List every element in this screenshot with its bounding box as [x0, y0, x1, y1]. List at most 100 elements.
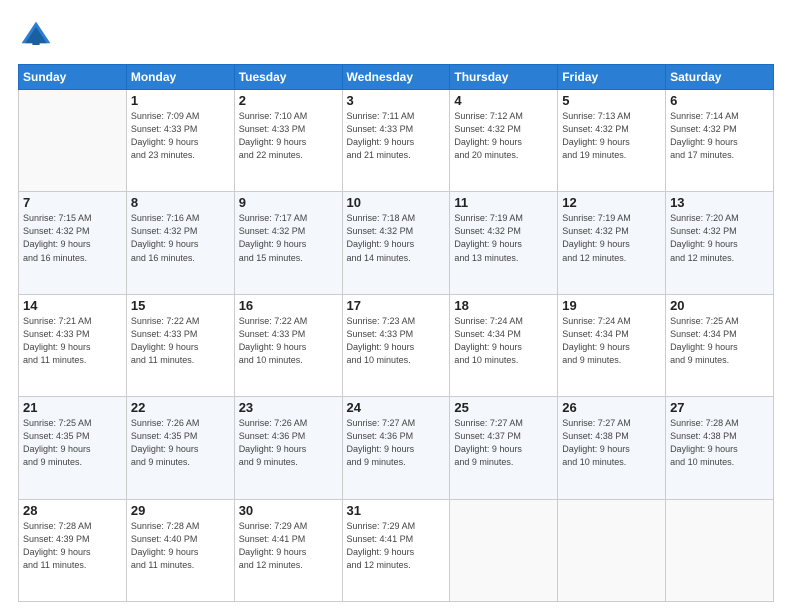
day-number: 21 — [23, 400, 122, 415]
day-info: Sunrise: 7:17 AM Sunset: 4:32 PM Dayligh… — [239, 212, 338, 264]
day-info: Sunrise: 7:15 AM Sunset: 4:32 PM Dayligh… — [23, 212, 122, 264]
calendar-cell — [19, 90, 127, 192]
day-number: 3 — [347, 93, 446, 108]
calendar-cell: 20 Sunrise: 7:25 AM Sunset: 4:34 PM Dayli… — [666, 294, 774, 396]
day-number: 23 — [239, 400, 338, 415]
day-number: 9 — [239, 195, 338, 210]
calendar-cell: 2 Sunrise: 7:10 AM Sunset: 4:33 PM Daylig… — [234, 90, 342, 192]
day-number: 18 — [454, 298, 553, 313]
day-info: Sunrise: 7:28 AM Sunset: 4:39 PM Dayligh… — [23, 520, 122, 572]
day-number: 10 — [347, 195, 446, 210]
day-number: 19 — [562, 298, 661, 313]
page: SundayMondayTuesdayWednesdayThursdayFrid… — [0, 0, 792, 612]
calendar-cell: 31 Sunrise: 7:29 AM Sunset: 4:41 PM Dayli… — [342, 499, 450, 601]
calendar-cell: 6Sunrise: 7:14 AM Sunset: 4:32 PM Daylig… — [666, 90, 774, 192]
day-info: Sunrise: 7:29 AM Sunset: 4:41 PM Dayligh… — [347, 520, 446, 572]
day-number: 1 — [131, 93, 230, 108]
logo-icon — [18, 18, 54, 54]
calendar-cell: 30 Sunrise: 7:29 AM Sunset: 4:41 PM Dayli… — [234, 499, 342, 601]
calendar-cell: 3 Sunrise: 7:11 AM Sunset: 4:33 PM Daylig… — [342, 90, 450, 192]
calendar-cell: 9 Sunrise: 7:17 AM Sunset: 4:32 PM Daylig… — [234, 192, 342, 294]
day-number: 2 — [239, 93, 338, 108]
calendar-cell: 28 Sunrise: 7:28 AM Sunset: 4:39 PM Dayli… — [19, 499, 127, 601]
calendar-cell: 7 Sunrise: 7:15 AM Sunset: 4:32 PM Daylig… — [19, 192, 127, 294]
day-number: 4 — [454, 93, 553, 108]
calendar-cell: 18Sunrise: 7:24 AM Sunset: 4:34 PM Dayli… — [450, 294, 558, 396]
day-number: 27 — [670, 400, 769, 415]
day-number: 31 — [347, 503, 446, 518]
calendar-cell: 16 Sunrise: 7:22 AM Sunset: 4:33 PM Dayli… — [234, 294, 342, 396]
day-info: Sunrise: 7:16 AM Sunset: 4:32 PM Dayligh… — [131, 212, 230, 264]
day-info: Sunrise: 7:27 AM Sunset: 4:38 PM Dayligh… — [562, 417, 661, 469]
calendar-cell: 10 Sunrise: 7:18 AM Sunset: 4:32 PM Dayli… — [342, 192, 450, 294]
day-info: Sunrise: 7:12 AM Sunset: 4:32 PM Dayligh… — [454, 110, 553, 162]
day-info: Sunrise: 7:14 AM Sunset: 4:32 PM Dayligh… — [670, 110, 769, 162]
day-info: Sunrise: 7:25 AM Sunset: 4:35 PM Dayligh… — [23, 417, 122, 469]
calendar-cell: 26 Sunrise: 7:27 AM Sunset: 4:38 PM Dayli… — [558, 397, 666, 499]
calendar-header-row: SundayMondayTuesdayWednesdayThursdayFrid… — [19, 65, 774, 90]
calendar-header-sunday: Sunday — [19, 65, 127, 90]
logo — [18, 18, 58, 54]
calendar-cell: 22Sunrise: 7:26 AM Sunset: 4:35 PM Dayli… — [126, 397, 234, 499]
day-info: Sunrise: 7:27 AM Sunset: 4:37 PM Dayligh… — [454, 417, 553, 469]
day-number: 5 — [562, 93, 661, 108]
calendar-header-tuesday: Tuesday — [234, 65, 342, 90]
calendar-week-row: 21 Sunrise: 7:25 AM Sunset: 4:35 PM Dayli… — [19, 397, 774, 499]
day-number: 7 — [23, 195, 122, 210]
calendar-week-row: 1 Sunrise: 7:09 AM Sunset: 4:33 PM Daylig… — [19, 90, 774, 192]
day-number: 17 — [347, 298, 446, 313]
calendar-cell: 21 Sunrise: 7:25 AM Sunset: 4:35 PM Dayli… — [19, 397, 127, 499]
day-info: Sunrise: 7:11 AM Sunset: 4:33 PM Dayligh… — [347, 110, 446, 162]
calendar-header-saturday: Saturday — [666, 65, 774, 90]
day-info: Sunrise: 7:09 AM Sunset: 4:33 PM Dayligh… — [131, 110, 230, 162]
day-number: 8 — [131, 195, 230, 210]
header — [18, 18, 774, 54]
calendar-cell: 4 Sunrise: 7:12 AM Sunset: 4:32 PM Daylig… — [450, 90, 558, 192]
calendar-week-row: 14Sunrise: 7:21 AM Sunset: 4:33 PM Dayli… — [19, 294, 774, 396]
calendar-table: SundayMondayTuesdayWednesdayThursdayFrid… — [18, 64, 774, 602]
calendar-cell — [666, 499, 774, 601]
day-info: Sunrise: 7:18 AM Sunset: 4:32 PM Dayligh… — [347, 212, 446, 264]
day-info: Sunrise: 7:23 AM Sunset: 4:33 PM Dayligh… — [347, 315, 446, 367]
day-number: 20 — [670, 298, 769, 313]
calendar-cell: 8 Sunrise: 7:16 AM Sunset: 4:32 PM Daylig… — [126, 192, 234, 294]
day-info: Sunrise: 7:26 AM Sunset: 4:35 PM Dayligh… — [131, 417, 230, 469]
day-number: 29 — [131, 503, 230, 518]
calendar-cell: 25 Sunrise: 7:27 AM Sunset: 4:37 PM Dayli… — [450, 397, 558, 499]
day-number: 24 — [347, 400, 446, 415]
day-info: Sunrise: 7:19 AM Sunset: 4:32 PM Dayligh… — [454, 212, 553, 264]
calendar-header-thursday: Thursday — [450, 65, 558, 90]
calendar-cell — [558, 499, 666, 601]
day-info: Sunrise: 7:22 AM Sunset: 4:33 PM Dayligh… — [131, 315, 230, 367]
calendar-cell: 29Sunrise: 7:28 AM Sunset: 4:40 PM Dayli… — [126, 499, 234, 601]
day-number: 25 — [454, 400, 553, 415]
calendar-header-monday: Monday — [126, 65, 234, 90]
day-number: 13 — [670, 195, 769, 210]
day-info: Sunrise: 7:20 AM Sunset: 4:32 PM Dayligh… — [670, 212, 769, 264]
day-info: Sunrise: 7:22 AM Sunset: 4:33 PM Dayligh… — [239, 315, 338, 367]
day-number: 11 — [454, 195, 553, 210]
calendar-week-row: 28 Sunrise: 7:28 AM Sunset: 4:39 PM Dayli… — [19, 499, 774, 601]
day-number: 28 — [23, 503, 122, 518]
day-number: 26 — [562, 400, 661, 415]
calendar-cell: 5Sunrise: 7:13 AM Sunset: 4:32 PM Daylig… — [558, 90, 666, 192]
calendar-cell: 1 Sunrise: 7:09 AM Sunset: 4:33 PM Daylig… — [126, 90, 234, 192]
day-info: Sunrise: 7:24 AM Sunset: 4:34 PM Dayligh… — [562, 315, 661, 367]
day-info: Sunrise: 7:25 AM Sunset: 4:34 PM Dayligh… — [670, 315, 769, 367]
day-number: 12 — [562, 195, 661, 210]
day-info: Sunrise: 7:27 AM Sunset: 4:36 PM Dayligh… — [347, 417, 446, 469]
day-info: Sunrise: 7:28 AM Sunset: 4:38 PM Dayligh… — [670, 417, 769, 469]
calendar-week-row: 7 Sunrise: 7:15 AM Sunset: 4:32 PM Daylig… — [19, 192, 774, 294]
calendar-cell: 17 Sunrise: 7:23 AM Sunset: 4:33 PM Dayli… — [342, 294, 450, 396]
day-info: Sunrise: 7:21 AM Sunset: 4:33 PM Dayligh… — [23, 315, 122, 367]
calendar-cell — [450, 499, 558, 601]
calendar-cell: 27 Sunrise: 7:28 AM Sunset: 4:38 PM Dayli… — [666, 397, 774, 499]
day-info: Sunrise: 7:10 AM Sunset: 4:33 PM Dayligh… — [239, 110, 338, 162]
day-number: 16 — [239, 298, 338, 313]
calendar-cell: 14Sunrise: 7:21 AM Sunset: 4:33 PM Dayli… — [19, 294, 127, 396]
calendar-cell: 11 Sunrise: 7:19 AM Sunset: 4:32 PM Dayli… — [450, 192, 558, 294]
day-number: 15 — [131, 298, 230, 313]
day-info: Sunrise: 7:29 AM Sunset: 4:41 PM Dayligh… — [239, 520, 338, 572]
day-number: 30 — [239, 503, 338, 518]
calendar-cell: 12Sunrise: 7:19 AM Sunset: 4:32 PM Dayli… — [558, 192, 666, 294]
